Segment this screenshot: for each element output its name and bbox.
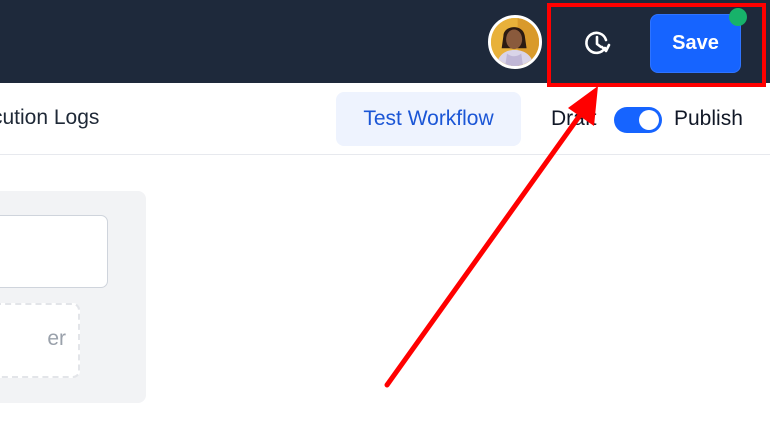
top-navigation-bar: Save [0, 0, 770, 83]
workflow-toolbar: cution Logs Test Workflow Draft Publish [0, 83, 770, 155]
history-icon [585, 31, 611, 55]
add-trigger-dropzone[interactable]: er [0, 303, 80, 378]
test-workflow-label: Test Workflow [363, 107, 494, 130]
publish-toggle[interactable] [614, 107, 662, 133]
workflow-node-panel: er [0, 191, 146, 403]
unsaved-status-dot [729, 8, 747, 26]
history-button[interactable] [578, 24, 616, 62]
publish-label: Publish [674, 107, 743, 130]
avatar[interactable] [488, 15, 542, 69]
test-workflow-button[interactable]: Test Workflow [336, 92, 521, 146]
node-input-field[interactable] [0, 215, 108, 288]
avatar-image [491, 18, 539, 66]
save-button[interactable]: Save [650, 14, 741, 73]
draft-label: Draft [551, 107, 597, 130]
toggle-knob [639, 110, 659, 130]
dropzone-label: er [47, 327, 66, 350]
save-button-label: Save [672, 32, 719, 54]
tab-execution-logs[interactable]: cution Logs [0, 106, 99, 130]
app-root: Save cution Logs Test Workflow Draft Pub… [0, 0, 770, 442]
